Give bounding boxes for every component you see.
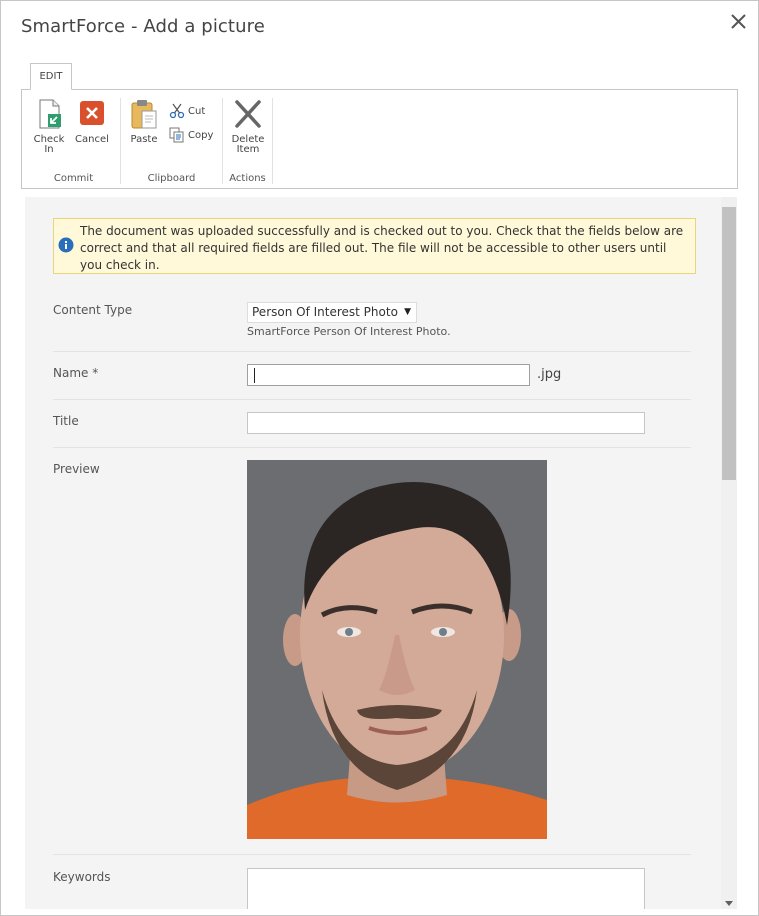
divider [53,854,691,855]
ribbon: Check In Cancel Commit Paste Cut Copy Cl… [21,89,738,189]
notice-text: The document was uploaded successfully a… [80,224,684,272]
divider [53,351,691,352]
title-label: Title [53,414,79,428]
ribbon-group-actions: Delete Item Actions [223,98,273,184]
content-type-select[interactable]: Person Of Interest Photo ▼ [247,302,417,323]
check-in-label-line2: In [44,144,54,155]
upload-notice: The document was uploaded successfully a… [53,218,696,274]
content-type-description: SmartForce Person Of Interest Photo. [247,325,451,338]
paste-button[interactable]: Paste [125,98,163,145]
dialog-window: SmartForce - Add a picture EDIT Check In [0,0,759,916]
scrollbar-thumb[interactable] [722,207,736,480]
copy-label: Copy [188,129,214,141]
clipboard-group-label: Clipboard [147,173,196,184]
cancel-button[interactable]: Cancel [73,98,111,145]
title-input[interactable] [247,412,645,434]
file-extension: .jpg [537,367,562,382]
chevron-down-icon: ▼ [404,307,411,317]
cancel-label: Cancel [75,134,109,145]
divider [53,447,691,448]
cut-button[interactable]: Cut [169,102,205,120]
divider [53,399,691,400]
keywords-textarea[interactable] [247,868,645,909]
info-icon [58,237,74,253]
delete-label-line2: Item [236,144,260,155]
ribbon-group-clipboard: Paste Cut Copy Clipboard [121,98,223,184]
delete-item-button[interactable]: Delete Item [229,98,267,155]
keywords-label: Keywords [53,870,111,884]
close-icon[interactable] [729,12,749,32]
dialog-title: SmartForce - Add a picture [21,16,265,37]
paste-icon [128,98,160,130]
cut-label: Cut [188,105,206,117]
ribbon-group-commit: Check In Cancel Commit [27,98,121,184]
actions-group-label: Actions [229,173,266,184]
preview-label: Preview [53,462,100,476]
preview-image [247,460,547,839]
commit-group-label: Commit [53,173,94,184]
content-type-label: Content Type [53,303,133,317]
copy-button[interactable]: Copy [169,126,213,144]
content-type-value: Person Of Interest Photo [252,305,398,319]
check-in-icon [33,98,65,130]
scroll-up-arrow-icon[interactable] [725,199,733,214]
name-label: Name * [53,366,99,380]
name-input[interactable] [247,364,530,386]
scissors-icon [169,103,185,119]
tab-edit[interactable]: EDIT [30,63,72,90]
check-in-button[interactable]: Check In [30,98,68,155]
text-caret [254,368,255,383]
delete-x-icon [232,98,264,130]
form-content: The document was uploaded successfully a… [25,197,721,909]
paste-label: Paste [130,134,158,145]
scroll-down-arrow-icon[interactable] [725,892,733,906]
copy-icon [169,127,185,143]
cancel-icon [76,98,108,130]
